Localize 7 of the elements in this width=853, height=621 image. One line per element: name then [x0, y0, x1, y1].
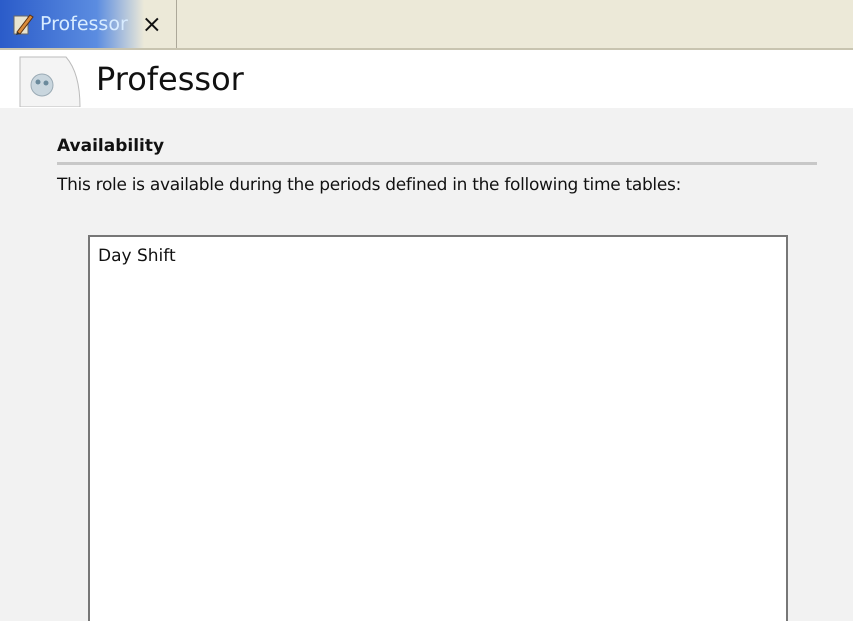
close-button[interactable]: ×	[142, 10, 162, 38]
section-heading: Availability	[57, 136, 817, 165]
pencil-icon	[12, 12, 34, 36]
section-description: This role is available during the periods defined in the following time tables:	[57, 175, 682, 195]
time-table-list[interactable]: Day Shift	[88, 235, 788, 621]
page-title: Professor	[96, 60, 244, 98]
list-item[interactable]: Day Shift	[96, 245, 780, 267]
